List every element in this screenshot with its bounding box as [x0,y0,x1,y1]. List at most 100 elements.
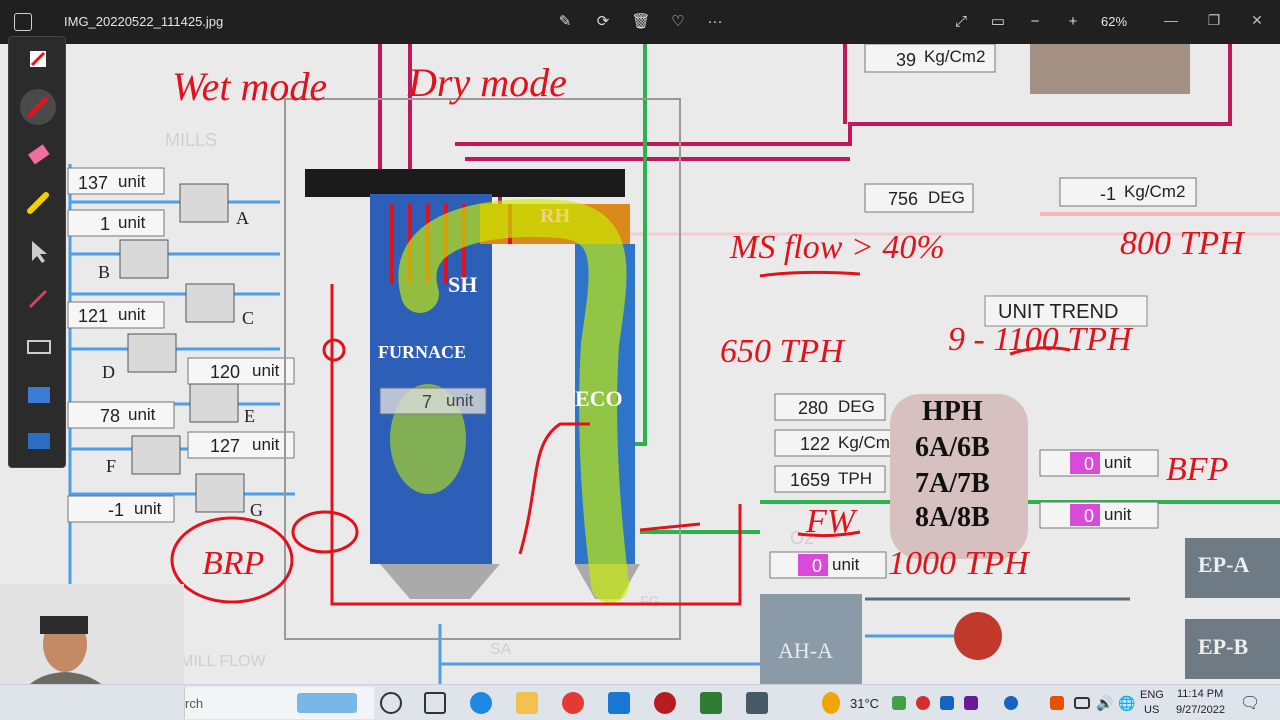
pen-app-icon[interactable] [746,692,768,714]
weather-icon[interactable] [822,692,840,714]
unit-box-120: 120 unit [187,357,295,385]
note-wet-mode: Wet mode [172,64,327,109]
svg-text:122: 122 [800,434,830,454]
weather-temp[interactable]: 31°C [850,696,879,711]
bfp-unit-1: 0 unit [1039,449,1159,477]
zoom-level[interactable]: 62% [1101,14,1127,29]
file-name: IMG_20220522_111425.jpg [64,14,224,29]
zoom-in-icon[interactable]: + [1060,10,1086,34]
more-options-icon[interactable]: ··· [702,10,728,34]
svg-text:UNIT TREND: UNIT TREND [998,301,1118,323]
svg-text:280: 280 [798,398,828,418]
svg-text:6A/6B: 6A/6B [915,432,990,463]
svg-text:756: 756 [888,189,918,209]
rh-label: RH [540,205,570,227]
unit-box-127: 127 unit [187,431,295,459]
language-code[interactable]: ENG [1140,689,1164,701]
region-code[interactable]: US [1144,704,1159,716]
red-pen-icon[interactable] [20,89,56,125]
edit-image-icon[interactable]: ✎ [552,10,578,34]
zoom-out-icon[interactable]: − [1022,10,1048,34]
photos-icon[interactable] [608,692,630,714]
svg-text:EP-A: EP-A [1198,552,1249,577]
favorite-icon[interactable]: ♡ [665,10,691,34]
keyboard-icon[interactable] [20,329,56,365]
svg-text:DEG: DEG [928,188,965,207]
cortana-icon[interactable] [380,692,402,714]
close-icon[interactable]: ✕ [1242,8,1272,32]
tray-icon-5[interactable] [1050,696,1064,710]
clock-date[interactable]: 9/27/2022 [1176,704,1225,716]
highlighter-icon[interactable] [20,185,56,221]
fit-to-window-icon[interactable]: ▭ [985,10,1011,34]
taskbar-search[interactable]: rch [184,687,374,719]
rotate-icon[interactable]: ⟳ [590,10,616,34]
board-icon[interactable] [20,423,56,459]
svg-text:-1: -1 [108,500,124,520]
delete-icon[interactable]: 🗑 [628,10,654,34]
tray-icon-4[interactable] [964,696,978,710]
unit-box-neg1: -1 unit [67,495,175,523]
svg-text:120: 120 [210,362,240,382]
svg-text:121: 121 [78,306,108,326]
svg-text:0: 0 [1084,506,1094,526]
svg-text:unit: unit [118,213,146,232]
svg-text:1: 1 [100,214,110,234]
bfp-unit-2: 0 unit [1039,501,1159,529]
hopper-shape [1030,44,1190,94]
svg-text:AH-A: AH-A [778,638,833,663]
mill-letter-a: A [236,208,249,228]
chrome-icon[interactable] [562,692,584,714]
note-brp: BRP [202,545,264,582]
expand-icon[interactable]: ⤢ [948,10,974,34]
edge-icon[interactable] [470,692,492,714]
svg-text:unit: unit [446,391,474,410]
network-icon[interactable]: 🌐 [1118,695,1135,712]
screenshot-icon[interactable] [20,377,56,413]
ep-b-block: EP-B [1185,619,1280,679]
mill-letter-c: C [242,308,254,328]
unit-box-1: 1 unit [67,209,165,237]
mill-e-icon [189,383,239,423]
photos-title-bar: IMG_20220522_111425.jpg ✎ ⟳ 🗑 ♡ ··· ⤢ ▭ … [0,0,1280,44]
note-bfp: BFP [1166,451,1228,488]
mill-letter-b: B [98,262,110,282]
tray-icon-1[interactable] [892,696,906,710]
temp-280-box: 280 DEG [774,393,886,421]
pen-toolbar [8,36,66,468]
svg-text:0: 0 [812,556,822,576]
task-view-icon[interactable] [424,692,446,714]
maximize-icon[interactable]: ❐ [1199,8,1229,32]
svg-text:unit: unit [832,555,860,574]
file-explorer-icon[interactable] [516,692,538,714]
recorder-icon[interactable] [654,692,676,714]
sa-label: SA [490,641,512,658]
mill-letter-e: E [244,406,255,426]
mill-letter-f: F [106,456,116,476]
notifications-icon[interactable]: 🗨 [1240,693,1260,713]
temp-756-box: 756 DEG [864,183,974,213]
pointer-icon[interactable] [20,233,56,269]
tray-icon-2[interactable] [916,696,930,710]
laser-pen-icon[interactable] [20,281,56,317]
battery-icon[interactable] [1074,697,1090,709]
volume-icon[interactable]: 🔊 [1096,695,1113,712]
note-650tph: 650 TPH [720,333,846,370]
svg-text:unit: unit [128,405,156,424]
note-dry-mode: Dry mode [407,60,567,105]
photo-viewer-canvas[interactable]: MILLS MILL FLOW SA FG 137 unit 1 unit 121 u… [0,44,1280,684]
eraser-icon[interactable] [20,137,56,173]
camera-app-icon[interactable] [700,692,722,714]
unit-box-78: 78 unit [67,401,175,429]
photos-app-icon [14,13,32,31]
svg-text:Kg/Cm2: Kg/Cm2 [924,47,985,66]
svg-text:1659: 1659 [790,470,830,490]
clock-time[interactable]: 11:14 PM [1177,688,1223,700]
fw-unit: 0 unit [769,551,887,579]
mill-b-icon [119,239,169,279]
tray-icon-3[interactable] [940,696,954,710]
boiler-drum [305,169,625,197]
minimize-icon[interactable]: — [1156,8,1186,32]
bluetooth-icon[interactable] [1004,696,1018,710]
pen-icon[interactable] [20,41,56,77]
